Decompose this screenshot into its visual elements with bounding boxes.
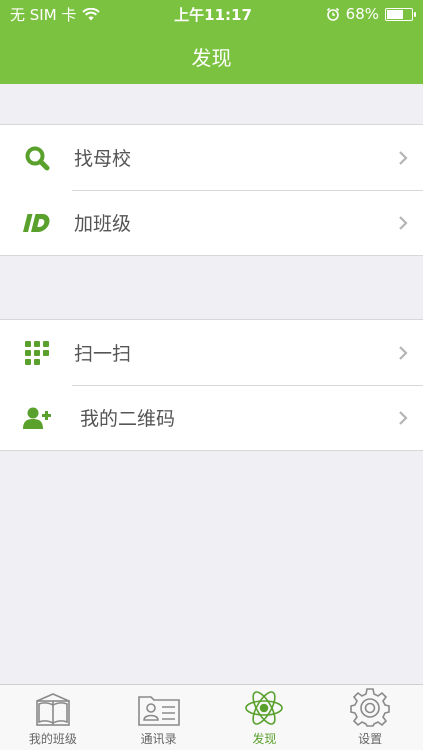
battery-icon bbox=[385, 7, 416, 21]
tab-label: 通讯录 bbox=[140, 732, 177, 746]
discover-group-1: 找母校 加班级 bbox=[0, 124, 423, 256]
chevron-right-icon bbox=[399, 410, 408, 425]
tab-label: 发现 bbox=[252, 732, 277, 746]
chevron-right-icon bbox=[399, 215, 408, 230]
page-title: 发现 bbox=[191, 45, 232, 70]
alarm-icon bbox=[326, 7, 339, 21]
discover-group-2: 扫一扫 我的二维码 bbox=[0, 319, 423, 451]
tab-contacts[interactable]: 通讯录 bbox=[106, 685, 212, 750]
scan-row[interactable]: 扫一扫 bbox=[0, 320, 423, 385]
contacts-icon bbox=[137, 696, 180, 726]
find-school-row[interactable]: 找母校 bbox=[0, 125, 423, 190]
my-qrcode-row[interactable]: 我的二维码 bbox=[0, 385, 423, 450]
my-qrcode-label: 我的二维码 bbox=[80, 408, 176, 430]
tab-bar: 我的班级 通讯录 发现 设置 bbox=[0, 684, 423, 750]
join-class-label: 加班级 bbox=[74, 213, 132, 235]
atom-icon bbox=[245, 691, 284, 725]
gear-icon bbox=[350, 688, 390, 727]
tab-my-class[interactable]: 我的班级 bbox=[0, 685, 106, 750]
find-school-label: 找母校 bbox=[74, 148, 132, 170]
battery-fill bbox=[387, 9, 404, 19]
chevron-right-icon bbox=[399, 345, 408, 360]
tab-label: 我的班级 bbox=[28, 732, 77, 746]
status-left: 无 SIM 卡 bbox=[10, 4, 101, 25]
chevron-right-icon bbox=[399, 150, 408, 165]
scan-label: 扫一扫 bbox=[74, 343, 132, 365]
tab-label: 设置 bbox=[358, 732, 383, 746]
tab-settings[interactable]: 设置 bbox=[317, 685, 423, 750]
join-class-row[interactable]: 加班级 bbox=[0, 190, 423, 255]
status-right: 68% bbox=[326, 5, 416, 23]
tab-discover[interactable]: 发现 bbox=[212, 685, 318, 750]
wifi-icon bbox=[82, 7, 101, 20]
grid-icon bbox=[25, 340, 49, 365]
status-bar: 无 SIM 卡 上午11:17 68% bbox=[0, 0, 423, 28]
nav-bar: 发现 bbox=[0, 28, 423, 84]
status-time: 上午11:17 bbox=[174, 5, 252, 24]
id-icon bbox=[23, 213, 50, 232]
book-icon bbox=[36, 693, 70, 726]
battery-percent: 68% bbox=[345, 5, 379, 23]
carrier-label: 无 SIM 卡 bbox=[10, 5, 77, 24]
add-person-icon bbox=[23, 407, 51, 429]
search-icon bbox=[25, 146, 50, 170]
